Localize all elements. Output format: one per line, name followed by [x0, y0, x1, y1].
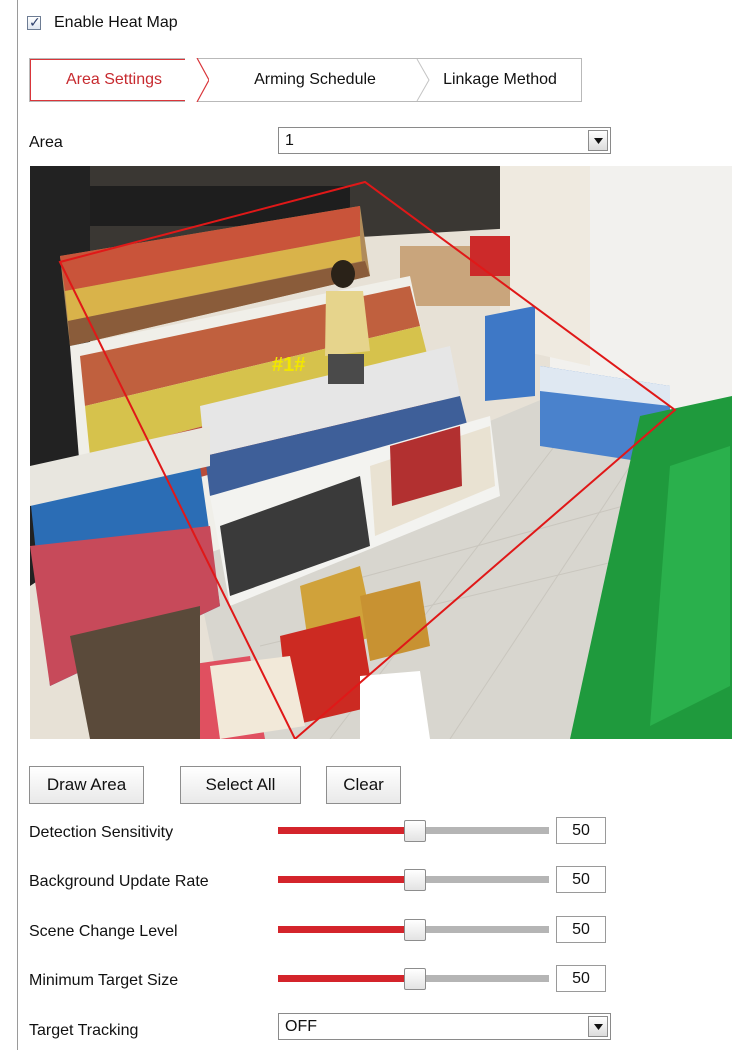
slider-thumb[interactable] [404, 919, 426, 941]
scene-change-level-label: Scene Change Level [29, 923, 178, 940]
draw-area-button[interactable]: Draw Area [29, 766, 144, 804]
area-label: Area [29, 134, 63, 151]
minimum-target-size-slider[interactable] [278, 967, 549, 991]
chevron-down-icon[interactable] [588, 1016, 608, 1037]
slider-thumb[interactable] [404, 968, 426, 990]
select-all-button[interactable]: Select All [180, 766, 301, 804]
scene-change-level-value[interactable]: 50 [556, 916, 606, 943]
tab-arming-schedule[interactable]: Arming Schedule [202, 59, 428, 101]
target-tracking-value: OFF [285, 1017, 317, 1035]
target-tracking-select[interactable]: OFF [278, 1013, 611, 1040]
scene-change-level-slider[interactable] [278, 918, 549, 942]
slider-fill [278, 827, 409, 834]
slider-fill [278, 876, 409, 883]
background-update-rate-slider[interactable] [278, 868, 549, 892]
region-tag: #1# [272, 354, 305, 376]
detection-sensitivity-value[interactable]: 50 [556, 817, 606, 844]
area-select-value: 1 [285, 131, 294, 149]
slider-fill [278, 975, 409, 982]
tab-bar: Area Settings Arming Schedule Linkage Me… [29, 58, 582, 102]
minimum-target-size-value[interactable]: 50 [556, 965, 606, 992]
clear-button[interactable]: Clear [326, 766, 401, 804]
check-icon: ✓ [29, 14, 41, 30]
target-tracking-label: Target Tracking [29, 1022, 139, 1039]
minimum-target-size-label: Minimum Target Size [29, 972, 179, 989]
enable-heatmap-row[interactable]: ✓ Enable Heat Map [27, 14, 178, 32]
enable-heatmap-checkbox[interactable]: ✓ [27, 14, 41, 30]
slider-thumb[interactable] [404, 820, 426, 842]
tab-linkage-method[interactable]: Linkage Method [420, 59, 580, 101]
detection-sensitivity-slider[interactable] [278, 819, 549, 843]
live-video-preview[interactable]: #1# [30, 166, 732, 739]
store-camera-image: #1# [30, 166, 732, 739]
enable-heatmap-label: Enable Heat Map [54, 14, 178, 31]
chevron-down-icon[interactable] [588, 130, 608, 151]
slider-fill [278, 926, 409, 933]
detection-sensitivity-label: Detection Sensitivity [29, 824, 174, 841]
slider-thumb[interactable] [404, 869, 426, 891]
area-select[interactable]: 1 [278, 127, 611, 154]
background-update-rate-label: Background Update Rate [29, 873, 209, 890]
tab-area-settings[interactable]: Area Settings [30, 59, 198, 101]
background-update-rate-value[interactable]: 50 [556, 866, 606, 893]
